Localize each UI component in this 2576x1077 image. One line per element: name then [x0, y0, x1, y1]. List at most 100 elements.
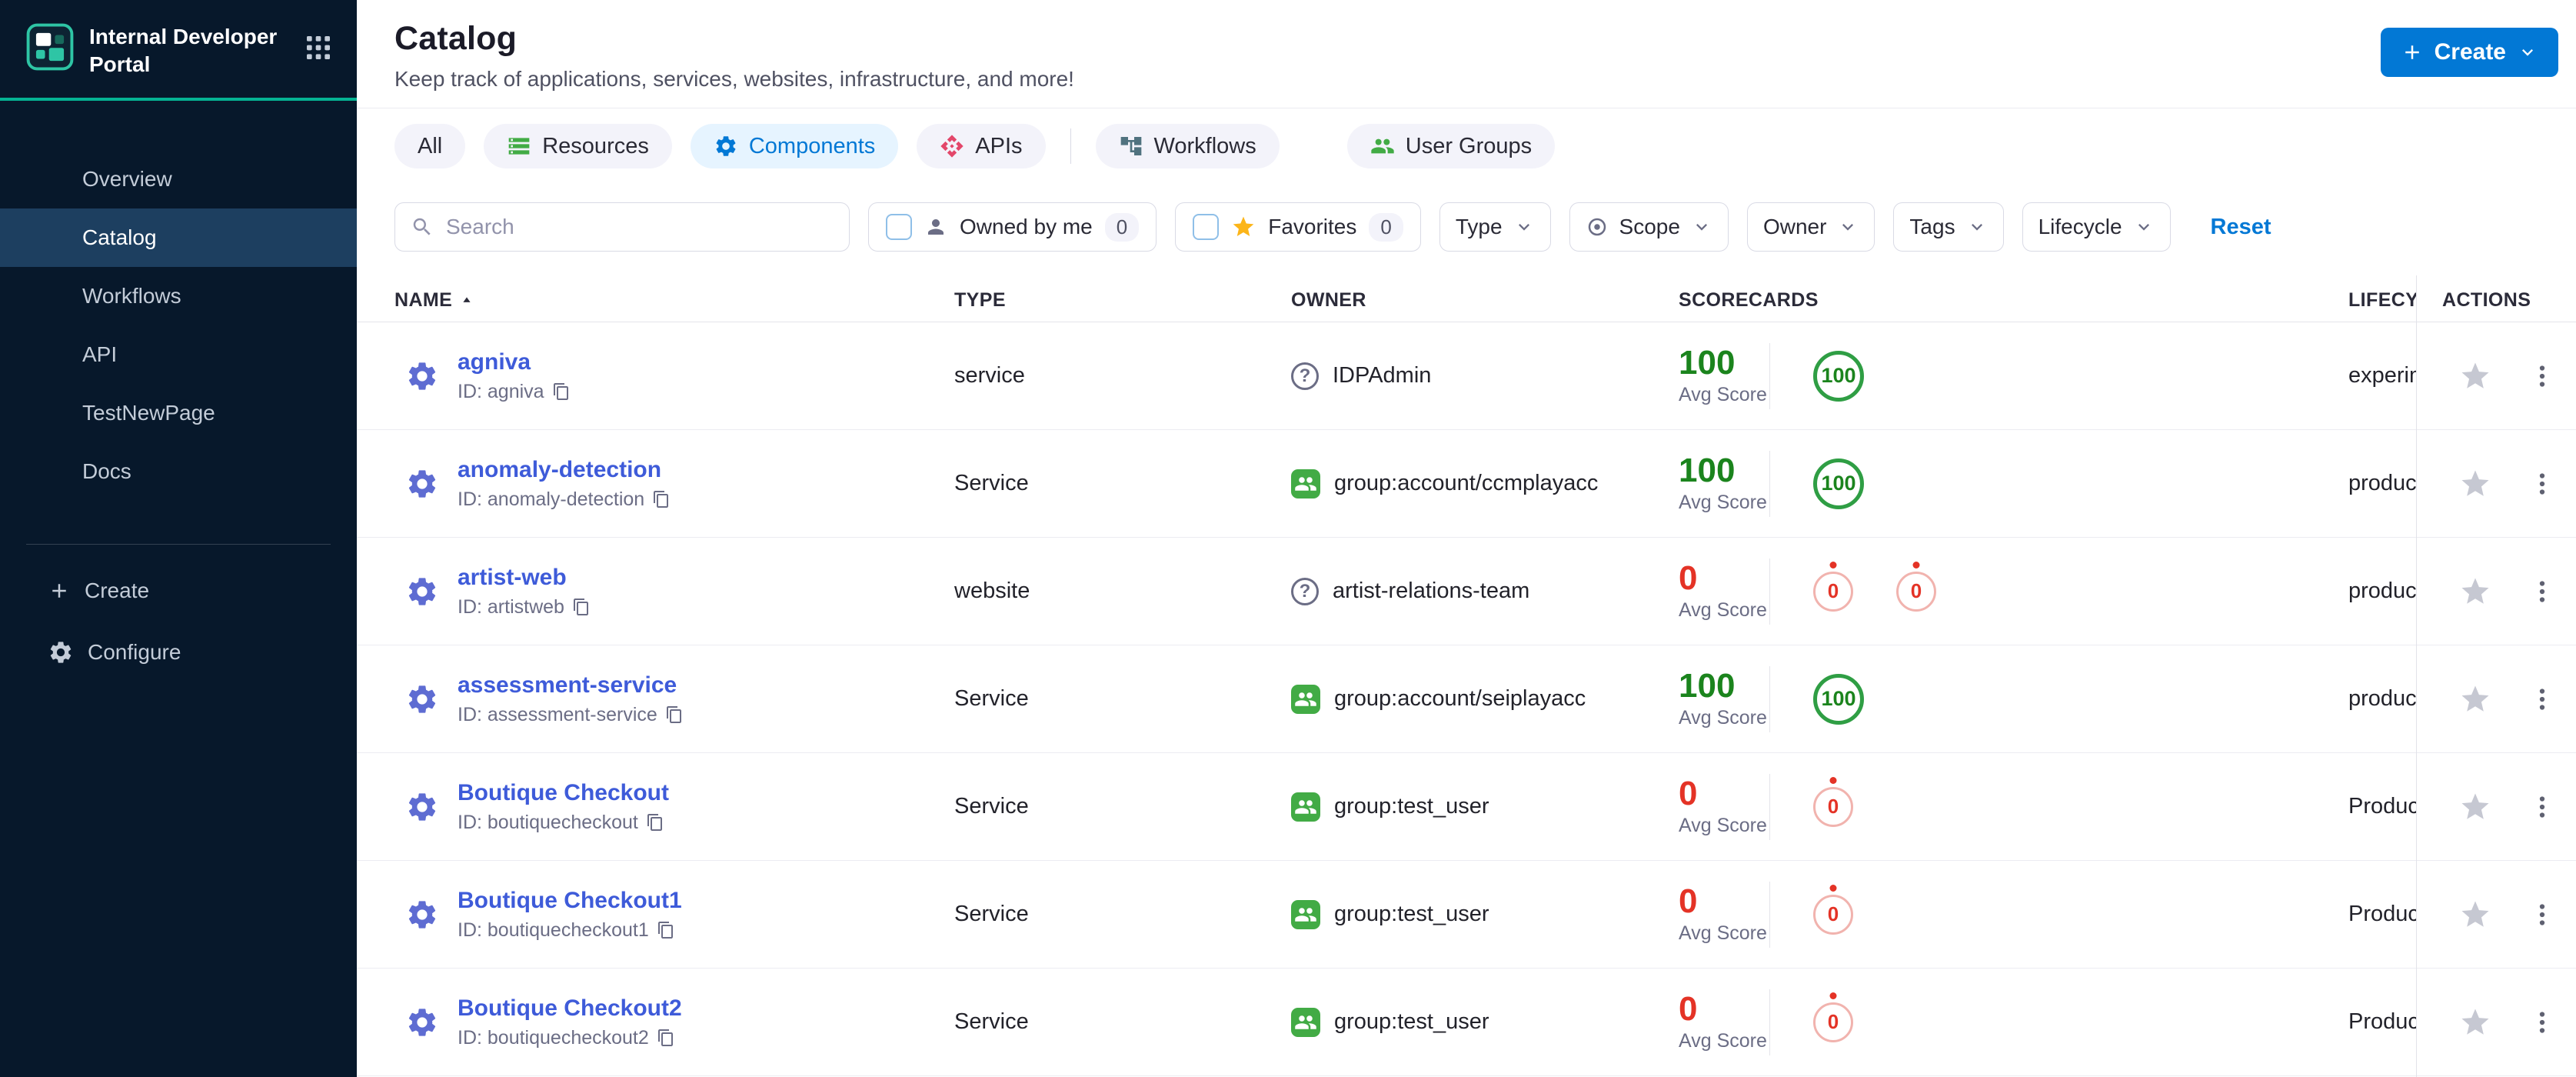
kebab-menu-icon[interactable]	[2528, 470, 2556, 498]
favorites-count: 0	[1369, 212, 1403, 242]
component-gear-icon	[405, 1005, 439, 1039]
entity-name-link[interactable]: Boutique Checkout	[458, 780, 669, 806]
column-header-owner[interactable]: OWNER	[1291, 289, 1679, 312]
owner-dropdown[interactable]: Owner	[1746, 202, 1875, 252]
table-row[interactable]: Boutique Checkout ID: boutiquecheckout S…	[357, 753, 2576, 861]
tab-all[interactable]: All	[394, 124, 466, 168]
tab-resources[interactable]: Resources	[484, 124, 672, 168]
entity-lifecycle: production	[2348, 686, 2416, 711]
table-row[interactable]: artist-web ID: artistweb website artist-…	[357, 538, 2576, 645]
owned-by-me-label: Owned by me	[960, 215, 1093, 238]
entity-id: ID: boutiquecheckout1	[458, 919, 649, 941]
favorites-checkbox[interactable]	[1193, 214, 1220, 240]
entity-type: service	[954, 363, 1025, 388]
sidebar-create-button[interactable]: Create	[0, 560, 357, 622]
entity-name-link[interactable]: Boutique Checkout2	[458, 995, 682, 1022]
favorite-star-icon[interactable]	[2459, 791, 2491, 823]
table-row[interactable]: anomaly-detection ID: anomaly-detection …	[357, 430, 2576, 538]
avg-score-value: 0	[1679, 559, 1698, 597]
group-owner-icon	[1291, 684, 1320, 714]
sidebar-configure-button[interactable]: Configure	[0, 622, 357, 683]
component-gear-icon	[405, 682, 439, 716]
favorite-star-icon[interactable]	[2459, 683, 2491, 715]
scorecard-badge[interactable]: 0	[1813, 786, 1853, 827]
avg-score-value: 100	[1679, 343, 1736, 382]
kebab-menu-icon[interactable]	[2528, 578, 2556, 605]
copy-icon[interactable]	[552, 382, 571, 401]
component-gear-icon	[405, 898, 439, 932]
scorecard-badge[interactable]: 100	[1813, 673, 1864, 725]
copy-icon[interactable]	[657, 921, 675, 939]
table-row[interactable]: assessment-service ID: assessment-servic…	[357, 645, 2576, 753]
table-row[interactable]: Boutique Checkout1 ID: boutiquecheckout1…	[357, 861, 2576, 969]
copy-icon[interactable]	[646, 813, 664, 832]
copy-icon[interactable]	[657, 1029, 675, 1047]
entity-name-link[interactable]: agniva	[458, 349, 571, 375]
sidebar-item-workflows[interactable]: Workflows	[0, 267, 357, 325]
entity-name-link[interactable]: anomaly-detection	[458, 457, 671, 483]
entity-name-link[interactable]: artist-web	[458, 565, 591, 591]
tags-dropdown-label: Tags	[1909, 215, 1955, 238]
tab-apis-label: APIs	[975, 133, 1023, 158]
plus-icon	[2401, 41, 2424, 64]
avg-score-label: Avg Score	[1679, 1030, 1767, 1052]
tab-workflows-label: Workflows	[1153, 133, 1256, 158]
scope-dropdown[interactable]: Scope	[1569, 202, 1729, 252]
page-header: Catalog Keep track of applications, serv…	[357, 0, 2576, 108]
reset-filters-link[interactable]: Reset	[2211, 215, 2271, 240]
scorecard-badge[interactable]: 100	[1813, 350, 1864, 402]
tab-components[interactable]: Components	[690, 124, 899, 168]
component-gear-icon	[405, 467, 439, 501]
sidebar-item-testnewpage[interactable]: TestNewPage	[0, 384, 357, 442]
column-header-scorecards[interactable]: SCORECARDS	[1679, 289, 2348, 312]
copy-icon[interactable]	[572, 598, 591, 616]
favorite-star-icon[interactable]	[2459, 468, 2491, 500]
pinned-column-divider	[2416, 275, 2417, 1077]
sidebar-item-catalog[interactable]: Catalog	[0, 208, 357, 267]
create-button[interactable]: Create	[2380, 28, 2558, 77]
favorite-star-icon[interactable]	[2459, 360, 2491, 392]
table-row[interactable]: Boutique Checkout2 ID: boutiquecheckout2…	[357, 969, 2576, 1076]
owned-by-me-checkbox[interactable]	[886, 214, 912, 240]
favorite-star-icon[interactable]	[2459, 575, 2491, 608]
tab-user-groups[interactable]: User Groups	[1346, 124, 1556, 168]
copy-icon[interactable]	[665, 705, 684, 724]
column-header-lifecycle[interactable]: LIFECYCLE	[2348, 289, 2416, 312]
entity-lifecycle: production	[2348, 471, 2416, 495]
favorite-star-icon[interactable]	[2459, 1006, 2491, 1039]
column-header-type[interactable]: TYPE	[954, 289, 1291, 312]
scorecard-badge[interactable]: 0	[1813, 571, 1853, 612]
lifecycle-dropdown[interactable]: Lifecycle	[2022, 202, 2171, 252]
entity-type: Service	[954, 1009, 1029, 1034]
entity-name-link[interactable]: Boutique Checkout1	[458, 888, 682, 914]
entity-id: ID: artistweb	[458, 595, 564, 618]
table-row[interactable]: agniva ID: agniva service IDPAdmin 100	[357, 322, 2576, 430]
kebab-menu-icon[interactable]	[2528, 793, 2556, 821]
tags-dropdown[interactable]: Tags	[1893, 202, 2004, 252]
kebab-menu-icon[interactable]	[2528, 1009, 2556, 1036]
kebab-menu-icon[interactable]	[2528, 362, 2556, 390]
tab-user-groups-label: User Groups	[1405, 133, 1533, 158]
apps-grid-icon[interactable]	[303, 32, 334, 67]
favorite-star-icon[interactable]	[2459, 899, 2491, 931]
sidebar-item-docs[interactable]: Docs	[0, 442, 357, 501]
kebab-menu-icon[interactable]	[2528, 685, 2556, 713]
page-title: Catalog	[394, 20, 518, 57]
tab-workflows[interactable]: Workflows	[1095, 124, 1280, 168]
entity-name-link[interactable]: assessment-service	[458, 672, 684, 699]
column-header-name[interactable]: NAME	[394, 289, 954, 312]
workflows-icon	[1119, 134, 1143, 158]
tab-apis[interactable]: APIs	[917, 124, 1046, 168]
scorecard-badge[interactable]: 100	[1813, 458, 1864, 509]
kebab-menu-icon[interactable]	[2528, 901, 2556, 929]
sidebar-item-overview[interactable]: Overview	[0, 150, 357, 208]
search-box	[394, 202, 850, 252]
scorecard-badge[interactable]: 0	[1813, 1002, 1853, 1042]
copy-icon[interactable]	[652, 490, 671, 508]
search-input[interactable]	[444, 214, 834, 240]
sidebar-item-api[interactable]: API	[0, 325, 357, 384]
scorecard-badge[interactable]: 0	[1813, 894, 1853, 935]
type-dropdown[interactable]: Type	[1439, 202, 1551, 252]
group-owner-icon	[1291, 1007, 1320, 1037]
scorecard-badge[interactable]: 0	[1896, 571, 1936, 612]
